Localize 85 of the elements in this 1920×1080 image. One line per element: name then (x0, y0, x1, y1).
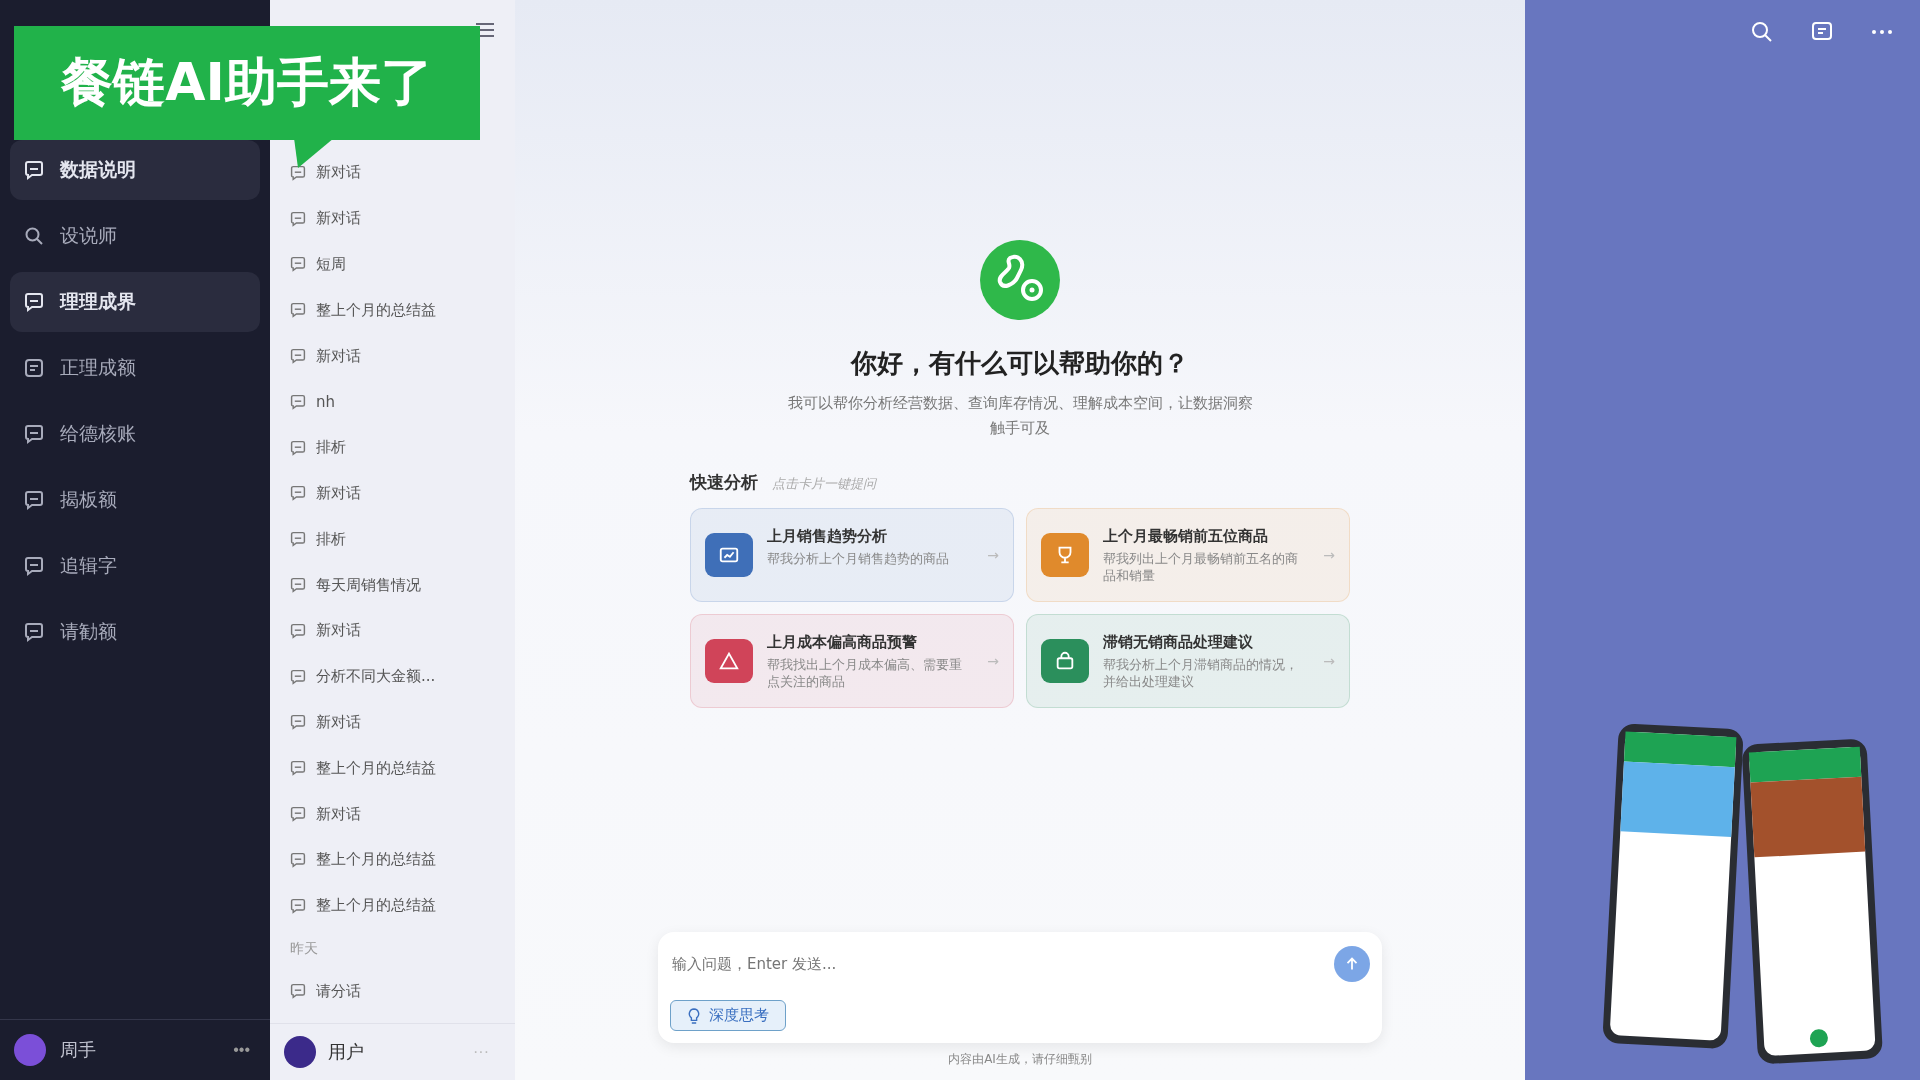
conversation-item[interactable]: 排析 (290, 424, 499, 471)
conversation-item[interactable]: 整上个月的总结益 (290, 882, 499, 929)
lightbulb-icon (687, 1006, 701, 1025)
chat-icon (24, 556, 44, 576)
conversation-item[interactable]: 短周 (290, 241, 499, 288)
chat-icon (24, 490, 44, 510)
chat-icon (24, 622, 44, 642)
conversation-item[interactable]: 新对话 (290, 791, 499, 837)
conversation-item[interactable]: 新对话 (290, 150, 499, 196)
conversation-item[interactable]: 请分话 (290, 968, 499, 1015)
conversation-item[interactable]: nh (290, 379, 499, 425)
menu-icon[interactable] (475, 22, 495, 38)
conversation-item[interactable]: 整上个月的总结益 (290, 745, 499, 792)
user-name: 周手 (60, 1038, 97, 1062)
arrow-icon: → (987, 547, 999, 563)
sidebar-item[interactable]: 追辑字 (10, 536, 260, 596)
group-heading: 昨天 (290, 938, 319, 958)
sidebar-item[interactable]: 给德核账 (10, 404, 260, 464)
chat-icon (290, 622, 306, 639)
quick-question-card[interactable]: 滞销无销商品处理建议 帮我分析上个月滞销商品的情况，并给出处理建议 → (1026, 614, 1350, 708)
arrow-icon: → (987, 653, 999, 669)
card-title: 上月成本偏高商品预警 (767, 632, 918, 652)
chat-icon (24, 292, 44, 312)
sidebar-item[interactable]: 请勧额 (10, 602, 260, 662)
sidebar-item[interactable]: 理理成界 (10, 272, 260, 332)
quick-question-card[interactable]: 上月成本偏高商品预警 帮我找出上个月成本偏高、需要重点关注的商品 → (690, 614, 1014, 708)
conversation-item[interactable]: 新对话 (290, 607, 499, 654)
chat-icon (24, 424, 44, 444)
chat-icon (290, 210, 306, 227)
more-button[interactable]: ••• (227, 1040, 256, 1060)
chat-icon (290, 897, 306, 914)
chat-icon (290, 485, 306, 502)
banner-text: 餐链AI助手来了 (61, 51, 433, 114)
conversation-item[interactable]: 新对话 (290, 195, 499, 242)
description-text: 我可以帮你分析经营数据、查询库存情况、理解成本空间，让数据洞察触手可及 (786, 393, 1254, 439)
chat-icon (290, 531, 306, 548)
chat-icon (24, 160, 44, 180)
conversation-item[interactable]: 排析 (290, 516, 499, 563)
send-button[interactable] (1334, 946, 1370, 982)
chat-icon (290, 851, 306, 868)
chat-icon (290, 439, 306, 456)
logo-icon (980, 240, 1060, 320)
sidebar-item[interactable]: 设说师 (10, 206, 260, 266)
conversation-item[interactable]: 新对话 (290, 699, 499, 746)
document-icon (24, 358, 44, 378)
arrow-icon: → (1323, 547, 1335, 563)
section-title: 快速分析 (690, 471, 758, 494)
conversation-item[interactable]: 每天周销售情况 (290, 562, 499, 608)
chat-icon (290, 164, 306, 181)
card-title: 上个月最畅销前五位商品 (1103, 526, 1269, 546)
card-description: 帮我找出上个月成本偏高、需要重点关注的商品 (767, 655, 963, 690)
quick-question-card[interactable]: 上月销售趋势分析 帮我分析上个月销售趋势的商品 → (690, 508, 1014, 602)
chat-icon (290, 256, 306, 273)
sidebar-item[interactable]: 揭板额 (10, 470, 260, 530)
user-avatar[interactable] (284, 1036, 316, 1068)
search-icon[interactable] (1750, 20, 1774, 44)
conversation-item[interactable]: 新对话 (290, 470, 499, 517)
sidebar-item[interactable]: 数据说明 (10, 140, 260, 200)
disclaimer-text: 内容由AI生成，请仔细甄别 (948, 1051, 1092, 1068)
user-name: 用户 (328, 1040, 365, 1064)
chat-icon (290, 983, 306, 1000)
question-input[interactable]: 输入问题，Enter 发送... (670, 954, 1324, 974)
chat-icon (290, 348, 306, 365)
card-title: 滞销无销商品处理建议 (1103, 632, 1254, 652)
chat-icon (290, 302, 306, 319)
card-description: 帮我分析上个月滞销商品的情况，并给出处理建议 (1103, 655, 1299, 690)
greeting-title: 你好，有什么可以帮助你的？ (851, 347, 1189, 380)
chat-icon (290, 393, 306, 410)
chat-icon (290, 668, 306, 685)
arrow-icon: → (1323, 653, 1335, 669)
conversation-item[interactable]: 整上个月的总结益 (290, 287, 499, 334)
search-icon (24, 226, 44, 246)
chat-icon (290, 806, 306, 823)
deep-think-button[interactable]: 深度思考 (670, 1000, 786, 1031)
chat-icon (290, 760, 306, 777)
sidebar-item[interactable]: 正理成额 (10, 338, 260, 398)
card-description: 帮我分析上个月销售趋势的商品 (767, 549, 950, 568)
chat-icon (290, 714, 306, 731)
quick-question-card[interactable]: 上个月最畅销前五位商品 帮我列出上个月最畅销前五名的商品和销量 → (1026, 508, 1350, 602)
conversation-item[interactable]: 新对话 (290, 333, 499, 379)
card-description: 帮我列出上个月最畅销前五名的商品和销量 (1103, 549, 1299, 584)
conversation-item[interactable]: 分析不同大金额... (290, 653, 499, 700)
conversation-item[interactable]: 整上个月的总结益 (290, 836, 499, 883)
card-title: 上月销售趋势分析 (767, 526, 888, 546)
chat-icon (290, 577, 306, 594)
